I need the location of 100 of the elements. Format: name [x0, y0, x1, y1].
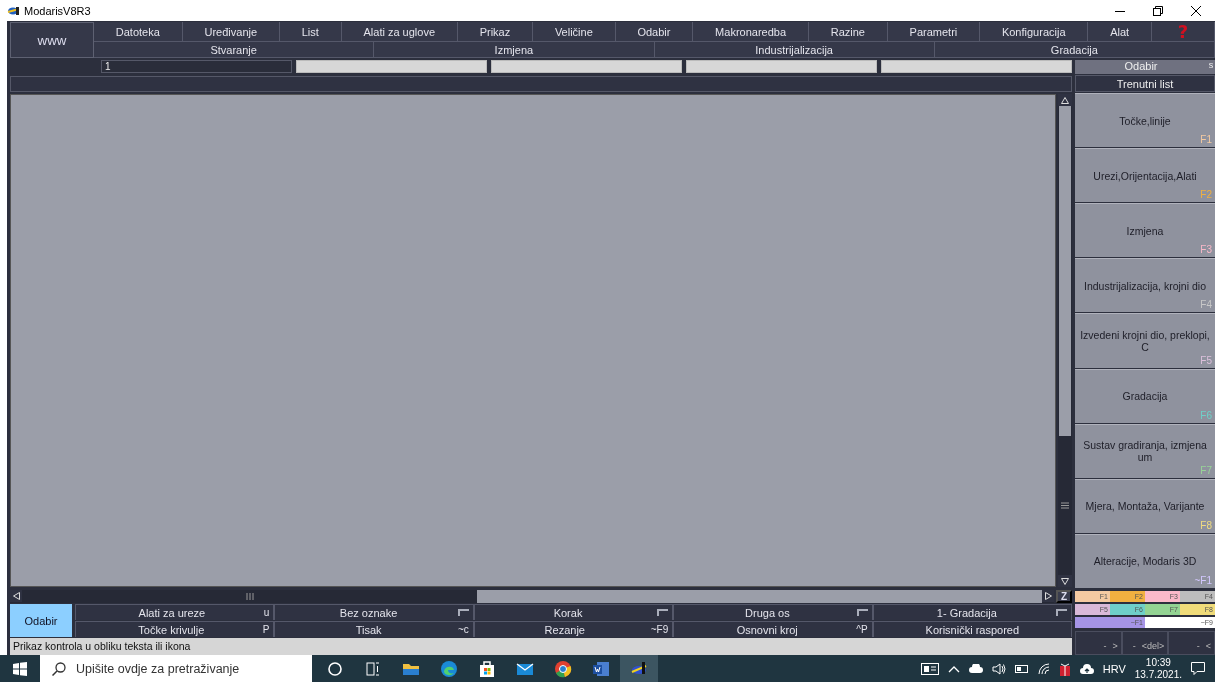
- toolbar-button[interactable]: Korak: [473, 604, 674, 620]
- notification-icon[interactable]: [1191, 662, 1205, 675]
- search-field[interactable]: Upišite ovdje za pretraživanje: [40, 655, 312, 682]
- input-field[interactable]: 1: [101, 60, 292, 73]
- battery-icon[interactable]: [1014, 664, 1029, 673]
- nav-button[interactable]: - <: [1168, 631, 1215, 655]
- function-button[interactable]: Alteracije, Modaris 3D ~F1: [1075, 533, 1215, 588]
- cloud-upload-icon[interactable]: [1079, 663, 1094, 674]
- menu-item[interactable]: Prikaz: [457, 22, 534, 42]
- task-view-icon: [364, 659, 382, 678]
- input-field[interactable]: [491, 60, 682, 73]
- cloud-icon[interactable]: [968, 664, 983, 673]
- submenu-tab[interactable]: Industrijalizacija: [654, 42, 935, 58]
- function-button[interactable]: Izmjena F3: [1075, 203, 1215, 258]
- shortcut-label: F2: [1200, 189, 1212, 201]
- app-logo-icon: [7, 5, 20, 16]
- shortcut-label: ~F1: [1194, 575, 1212, 586]
- speaker-icon[interactable]: [991, 662, 1006, 675]
- function-button[interactable]: Urezi,Orijentacija,Alati F2: [1075, 148, 1215, 203]
- menu-item[interactable]: Alat: [1088, 22, 1152, 42]
- button-label: Točke krivulje: [137, 623, 206, 636]
- shortcut-label: F8: [1200, 519, 1212, 531]
- horizontal-scrollbar[interactable]: [10, 590, 1054, 603]
- taskbar-app[interactable]: [620, 655, 658, 682]
- circle-icon: [326, 659, 344, 678]
- scroll-right-icon[interactable]: [1044, 592, 1052, 600]
- toolbar-button[interactable]: Tisak ~c: [274, 621, 474, 637]
- menu-item[interactable]: Makronaredba: [693, 22, 809, 42]
- window-title: ModarisV8R3: [24, 4, 92, 17]
- nav-button[interactable]: - <del>: [1121, 631, 1169, 655]
- flag-icon: [856, 609, 868, 616]
- shortcut-label: F6: [1200, 409, 1212, 421]
- windows-start-icon[interactable]: [13, 661, 27, 676]
- shopping-bag-icon: [478, 659, 496, 678]
- scroll-down-icon[interactable]: [1061, 577, 1069, 585]
- toolbar-button[interactable]: Alati za ureze u: [75, 604, 275, 620]
- edge-icon: [440, 659, 458, 678]
- button-label: Osnovni kroj: [735, 623, 799, 636]
- shortcut-label: F1: [1200, 134, 1212, 146]
- function-button[interactable]: Mjera, Montaža, Varijante F8: [1075, 478, 1215, 533]
- toolbar-button[interactable]: Osnovni kroj ^P: [673, 621, 873, 637]
- menu-item[interactable]: Konfiguracija: [980, 22, 1089, 42]
- toolbar-button[interactable]: 1- Gradacija: [872, 604, 1073, 620]
- clock-date[interactable]: 13.7.2021.: [1134, 668, 1182, 681]
- menu-item[interactable]: Alati za uglove: [341, 22, 458, 42]
- submenu-tab[interactable]: Gradacija: [934, 42, 1215, 58]
- toolbar-button[interactable]: Korisnički raspored: [872, 621, 1073, 637]
- grip-icon: [245, 593, 254, 600]
- submenu-tab[interactable]: Stvaranje: [94, 42, 375, 58]
- toolbar-button[interactable]: Bez oznake: [274, 604, 474, 620]
- function-button[interactable]: Sustav gradiranja, izmjena um F7: [1075, 423, 1215, 478]
- button-label: Rezanje: [543, 623, 586, 636]
- suffix-label: s: [1207, 60, 1215, 72]
- www-button[interactable]: www: [10, 22, 94, 58]
- button-label: Bez oznake: [338, 606, 399, 619]
- toolbar-button[interactable]: Rezanje ~F9: [473, 621, 674, 637]
- function-button[interactable]: Gradacija F6: [1075, 368, 1215, 423]
- news-icon[interactable]: [920, 662, 939, 675]
- panel-header: Trenutni list: [1075, 75, 1215, 92]
- restore-icon[interactable]: [1153, 5, 1163, 16]
- shortcut-label: ^P: [856, 624, 868, 635]
- menu-item[interactable]: List: [279, 22, 342, 42]
- gift-icon[interactable]: [1058, 661, 1071, 676]
- chrome-icon: [554, 659, 572, 678]
- menu-item[interactable]: Veličine: [533, 22, 616, 42]
- menu-item[interactable]: Razine: [808, 22, 888, 42]
- toolbar-button[interactable]: Točke krivulje P: [75, 621, 275, 637]
- nav-button[interactable]: - >: [1075, 631, 1122, 655]
- shortcut-label: F7: [1200, 464, 1212, 476]
- select-button[interactable]: Odabir s: [1075, 60, 1215, 74]
- clock-time[interactable]: 10:39: [1145, 656, 1171, 669]
- function-button[interactable]: Točke,linije F1: [1075, 93, 1215, 148]
- wifi-icon[interactable]: [1037, 662, 1050, 675]
- select-button[interactable]: Odabir: [10, 604, 72, 637]
- toolbar-button[interactable]: Druga os: [673, 604, 873, 620]
- menu-item[interactable]: Odabir: [615, 22, 694, 42]
- status-bar: Prikaz kontrola u obliku teksta ili ikona: [10, 638, 1072, 655]
- scroll-left-icon[interactable]: [12, 592, 20, 600]
- menu-item[interactable]: Parametri: [887, 22, 981, 42]
- input-field[interactable]: [296, 60, 487, 73]
- shortcut-label: ~c: [457, 624, 469, 635]
- flag-icon: [1056, 609, 1068, 616]
- function-button[interactable]: Izvedeni krojni dio, preklopi, C F5: [1075, 313, 1215, 368]
- zoom-button[interactable]: Z: [1056, 590, 1072, 603]
- menu-item[interactable]: Datoteka: [94, 22, 183, 42]
- shortcut-label: F3: [1200, 244, 1212, 256]
- shortcut-label: P: [262, 624, 270, 635]
- close-icon[interactable]: [1191, 5, 1201, 16]
- menu-item[interactable]: Uređivanje: [182, 22, 280, 42]
- submenu-tab[interactable]: Izmjena: [374, 42, 655, 58]
- button-label: Korak: [552, 606, 584, 619]
- scroll-up-icon[interactable]: [1061, 96, 1069, 104]
- input-field[interactable]: [686, 60, 877, 73]
- input-field[interactable]: [881, 60, 1072, 73]
- vertical-scrollbar[interactable]: [1058, 94, 1072, 587]
- function-button[interactable]: Industrijalizacija, krojni dio F4: [1075, 258, 1215, 313]
- grip-icon: [1061, 502, 1069, 509]
- chevron-up-icon[interactable]: [947, 664, 960, 673]
- language-indicator[interactable]: HRV: [1102, 662, 1126, 675]
- button-label: Korisnički raspored: [924, 623, 1021, 636]
